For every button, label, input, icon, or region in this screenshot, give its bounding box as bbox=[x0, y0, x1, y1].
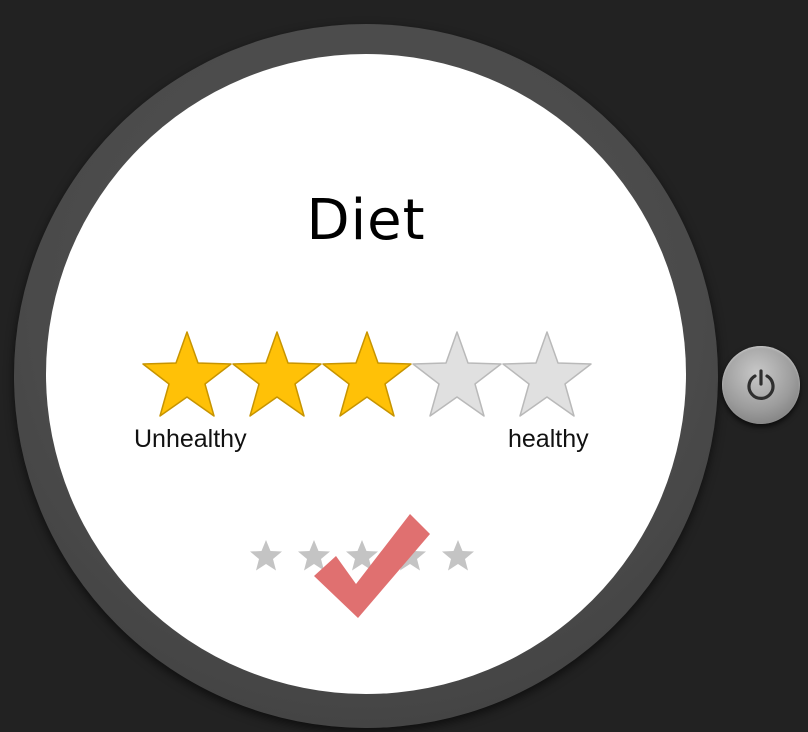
rating-star-3[interactable] bbox=[322, 330, 412, 420]
power-button[interactable] bbox=[722, 346, 800, 424]
power-icon bbox=[747, 369, 775, 400]
star-rating[interactable] bbox=[142, 330, 592, 420]
rating-star-2[interactable] bbox=[232, 330, 322, 420]
watch-screen: Diet Unhealthy healthy bbox=[46, 54, 686, 694]
star-filled-icon bbox=[322, 331, 412, 417]
rating-star-5[interactable] bbox=[502, 330, 592, 420]
checkmark-icon bbox=[314, 514, 430, 618]
page-title: Diet bbox=[306, 188, 426, 253]
star-empty-icon bbox=[502, 331, 592, 417]
star-filled-icon bbox=[142, 331, 232, 417]
small-star-icon bbox=[442, 540, 474, 571]
small-star-icon bbox=[250, 540, 282, 571]
star-filled-icon bbox=[232, 331, 322, 417]
rating-label-low: Unhealthy bbox=[134, 425, 247, 453]
rating-star-4[interactable] bbox=[412, 330, 502, 420]
rating-label-high: healthy bbox=[508, 425, 589, 453]
watch-emulator: Diet Unhealthy healthy bbox=[0, 0, 808, 732]
page-dot-1 bbox=[248, 538, 284, 574]
confirm-button[interactable] bbox=[302, 506, 432, 626]
rating-star-1[interactable] bbox=[142, 330, 232, 420]
star-empty-icon bbox=[412, 331, 502, 417]
page-dot-5 bbox=[440, 538, 476, 574]
